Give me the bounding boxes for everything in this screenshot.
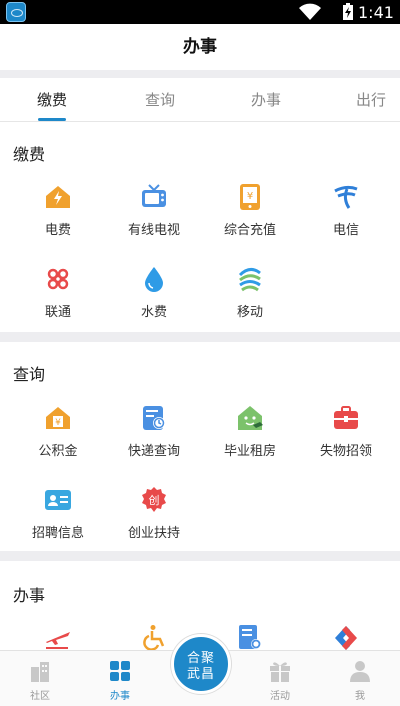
center-logo-button[interactable]: 合聚 武昌 — [171, 634, 231, 694]
unicom-icon — [47, 268, 69, 290]
recharge-icon: ¥ — [240, 184, 260, 210]
wifi-icon — [299, 3, 321, 20]
tab-affairs[interactable]: 办事 — [226, 78, 306, 122]
tab-payment[interactable]: 缴费 — [12, 78, 92, 122]
grid-item-mobile[interactable]: 移动 — [200, 265, 300, 320]
water-drop-icon — [145, 267, 163, 292]
grid-item-cable-tv[interactable]: 有线电视 — [104, 183, 204, 238]
tab-active-indicator — [38, 118, 66, 121]
grid-item-label: 快递查询 — [127, 444, 180, 459]
nav-label: 我 — [355, 691, 365, 702]
grid-item-telecom[interactable]: 电信 — [296, 183, 396, 238]
graduate-house-icon — [238, 406, 263, 430]
grid-item-label: 电信 — [332, 223, 359, 238]
svg-text:创: 创 — [149, 494, 160, 507]
user-icon — [350, 661, 370, 682]
grid-item-flight[interactable] — [8, 624, 108, 652]
grid-item-label: 公积金 — [38, 444, 78, 459]
battery-icon — [343, 3, 353, 20]
plane-icon — [46, 632, 70, 649]
arrows-icon — [335, 626, 357, 650]
grid-item-label: 移动 — [236, 305, 263, 320]
nav-label: 社区 — [30, 691, 50, 702]
nav-item-me[interactable]: 我 — [320, 651, 400, 706]
tab-label: 查询 — [144, 91, 175, 109]
grid-item-label: 水费 — [140, 305, 167, 320]
grid-icon — [110, 661, 130, 681]
grid-item-electricity[interactable]: 电费 — [8, 183, 108, 238]
logo-line: 武昌 — [186, 667, 215, 682]
grid-item-label: 有线电视 — [127, 223, 180, 238]
grid-item-label: 联通 — [44, 305, 71, 320]
tv-icon — [142, 184, 166, 207]
page-title: 办事 — [183, 37, 217, 57]
express-icon — [143, 406, 165, 430]
grid-item-unicom[interactable]: 联通 — [8, 265, 108, 320]
lost-found-icon — [334, 406, 358, 429]
divider — [0, 70, 400, 78]
status-bar: 1:41 — [0, 0, 400, 24]
grid-item-recruit[interactable]: 招聘信息 — [8, 486, 108, 541]
tab-label: 出行 — [356, 91, 387, 109]
recruit-icon — [45, 490, 71, 510]
telecom-icon — [334, 185, 358, 209]
section-title-query: 查询 — [13, 365, 46, 384]
center-logo: 合聚 武昌 — [174, 651, 228, 683]
divider — [0, 332, 400, 342]
tab-label: 缴费 — [36, 91, 67, 109]
nav-label: 办事 — [110, 691, 130, 702]
grid-item-label: 创业扶持 — [127, 526, 180, 541]
grid-item-label: 电费 — [44, 223, 71, 238]
svg-text:¥: ¥ — [247, 191, 253, 202]
nav-label: 活动 — [270, 691, 290, 702]
nav-item-community[interactable]: 社区 — [0, 651, 80, 706]
category-tabs: 缴费 查询 办事 出行 — [0, 78, 400, 122]
tab-label: 办事 — [250, 91, 281, 109]
app-notification-icon — [6, 2, 26, 22]
gift-icon — [270, 662, 290, 682]
page-header: 办事 — [0, 24, 400, 70]
wheelchair-icon — [143, 625, 165, 651]
mobile-icon — [238, 268, 261, 292]
status-time: 1:41 — [358, 3, 394, 22]
grid-item-label: 失物招领 — [319, 444, 372, 459]
grid-item-startup-support[interactable]: 创 创业扶持 — [104, 486, 204, 541]
grid-item-label: 招聘信息 — [31, 526, 84, 541]
grid-item-lost-found[interactable]: 失物招领 — [296, 404, 396, 459]
grid-item-label: 综合充值 — [223, 223, 276, 238]
grid-item-label: 毕业租房 — [223, 444, 276, 459]
tab-travel[interactable]: 出行 — [340, 78, 400, 122]
grid-item-water[interactable]: 水费 — [104, 265, 204, 320]
grid-item-transfer[interactable] — [296, 624, 396, 652]
svg-text:¥: ¥ — [55, 418, 61, 428]
community-icon — [31, 662, 49, 682]
grid-item-housing-fund[interactable]: ¥ 公积金 — [8, 404, 108, 459]
logo-line: 合聚 — [186, 651, 215, 666]
housing-fund-icon: ¥ — [46, 407, 70, 429]
section-title-affairs: 办事 — [13, 586, 46, 605]
nav-item-affairs[interactable]: 办事 — [80, 651, 160, 706]
electricity-icon — [46, 186, 70, 208]
grid-item-express[interactable]: 快递查询 — [104, 404, 204, 459]
startup-icon: 创 — [142, 487, 166, 512]
divider — [0, 551, 400, 561]
section-title-payment: 缴费 — [13, 145, 46, 164]
grid-item-recharge[interactable]: ¥ 综合充值 — [200, 183, 300, 238]
tab-query[interactable]: 查询 — [120, 78, 200, 122]
document-search-icon — [239, 625, 261, 649]
nav-item-activities[interactable]: 活动 — [240, 651, 320, 706]
grid-item-graduate-rental[interactable]: 毕业租房 — [200, 404, 300, 459]
